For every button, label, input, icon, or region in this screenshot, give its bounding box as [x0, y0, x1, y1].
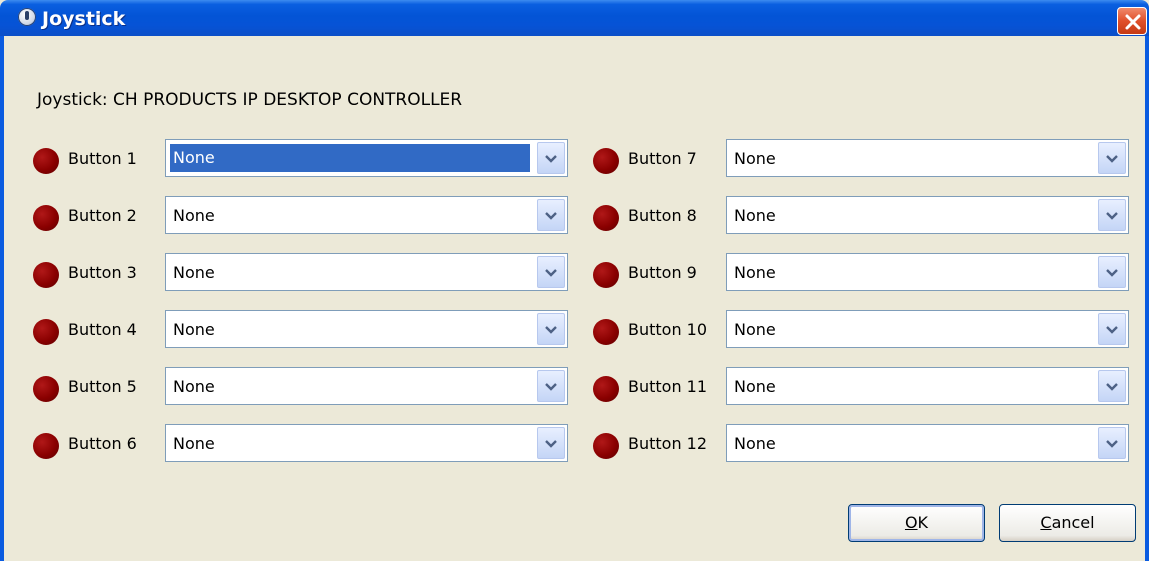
- button-5-action-select[interactable]: None: [165, 367, 568, 405]
- button-indicator-icon: [33, 205, 59, 231]
- dropdown-button[interactable]: [537, 313, 565, 345]
- cancel-label-rest: ancel: [1051, 513, 1095, 532]
- button-indicator-icon: [33, 376, 59, 402]
- joystick-dialog: Joystick Joystick: CH PRODUCTS IP DESKTO…: [0, 0, 1149, 561]
- window-title: Joystick: [42, 8, 126, 30]
- combo-value: None: [734, 320, 776, 339]
- button-indicator-icon: [593, 205, 619, 231]
- button-2-action-select[interactable]: None: [165, 196, 568, 234]
- window-frame-left: [0, 36, 4, 561]
- combo-value: None: [734, 434, 776, 453]
- chevron-down-icon: [545, 269, 557, 277]
- ok-mnemonic: O: [904, 513, 918, 532]
- button-label: Button 7: [628, 149, 697, 168]
- dropdown-button[interactable]: [537, 370, 565, 402]
- device-label: Joystick: CH PRODUCTS IP DESKTOP CONTROL…: [37, 90, 463, 110]
- close-icon: [1125, 14, 1141, 30]
- button-1-action-select[interactable]: None: [165, 139, 568, 177]
- close-button[interactable]: [1117, 7, 1147, 35]
- dropdown-button[interactable]: [1098, 256, 1126, 288]
- combo-value: None: [173, 263, 215, 282]
- chevron-down-icon: [545, 440, 557, 448]
- button-indicator-icon: [33, 319, 59, 345]
- chevron-down-icon: [1106, 383, 1118, 391]
- chevron-down-icon: [545, 212, 557, 220]
- dropdown-button[interactable]: [537, 142, 565, 174]
- button-label: Button 9: [628, 263, 697, 282]
- dropdown-button[interactable]: [1098, 313, 1126, 345]
- button-12-action-select[interactable]: None: [726, 424, 1129, 462]
- combo-value: None: [734, 263, 776, 282]
- chevron-down-icon: [545, 326, 557, 334]
- button-label: Button 1: [68, 149, 137, 168]
- chevron-down-icon: [1106, 326, 1118, 334]
- button-indicator-icon: [33, 262, 59, 288]
- button-8-action-select[interactable]: None: [726, 196, 1129, 234]
- combo-value: None: [734, 377, 776, 396]
- combo-value: None: [173, 320, 215, 339]
- button-indicator-icon: [593, 262, 619, 288]
- button-indicator-icon: [33, 433, 59, 459]
- cancel-button[interactable]: Cancel: [999, 504, 1136, 542]
- chevron-down-icon: [545, 383, 557, 391]
- cancel-mnemonic: C: [1040, 513, 1052, 532]
- combo-value: None: [173, 377, 215, 396]
- button-6-action-select[interactable]: None: [165, 424, 568, 462]
- chevron-down-icon: [1106, 212, 1118, 220]
- button-label: Button 8: [628, 206, 697, 225]
- button-11-action-select[interactable]: None: [726, 367, 1129, 405]
- chevron-down-icon: [1106, 440, 1118, 448]
- dropdown-button[interactable]: [1098, 199, 1126, 231]
- chevron-down-icon: [545, 155, 557, 163]
- dropdown-button[interactable]: [537, 427, 565, 459]
- dropdown-button[interactable]: [537, 199, 565, 231]
- dropdown-button[interactable]: [1098, 142, 1126, 174]
- button-indicator-icon: [593, 148, 619, 174]
- button-label: Button 6: [68, 434, 137, 453]
- button-9-action-select[interactable]: None: [726, 253, 1129, 291]
- ok-button[interactable]: OK: [848, 504, 985, 542]
- combo-value: None: [170, 144, 530, 172]
- button-7-action-select[interactable]: None: [726, 139, 1129, 177]
- title-bar[interactable]: Joystick: [0, 0, 1149, 36]
- button-indicator-icon: [593, 319, 619, 345]
- chevron-down-icon: [1106, 155, 1118, 163]
- app-icon: [18, 8, 36, 26]
- button-indicator-icon: [33, 148, 59, 174]
- combo-value: None: [173, 434, 215, 453]
- button-indicator-icon: [593, 433, 619, 459]
- window-frame-right: [1145, 36, 1149, 561]
- combo-value: None: [734, 206, 776, 225]
- button-label: Button 5: [68, 377, 137, 396]
- dropdown-button[interactable]: [1098, 427, 1126, 459]
- dropdown-button[interactable]: [1098, 370, 1126, 402]
- button-label: Button 4: [68, 320, 137, 339]
- ok-label-rest: K: [917, 513, 929, 532]
- button-label: Button 11: [628, 377, 708, 396]
- button-label: Button 2: [68, 206, 137, 225]
- button-label: Button 10: [628, 320, 708, 339]
- chevron-down-icon: [1106, 269, 1118, 277]
- button-label: Button 12: [628, 434, 708, 453]
- combo-value: None: [734, 149, 776, 168]
- button-10-action-select[interactable]: None: [726, 310, 1129, 348]
- dropdown-button[interactable]: [537, 256, 565, 288]
- button-3-action-select[interactable]: None: [165, 253, 568, 291]
- combo-value: None: [173, 206, 215, 225]
- button-label: Button 3: [68, 263, 137, 282]
- button-indicator-icon: [593, 376, 619, 402]
- button-4-action-select[interactable]: None: [165, 310, 568, 348]
